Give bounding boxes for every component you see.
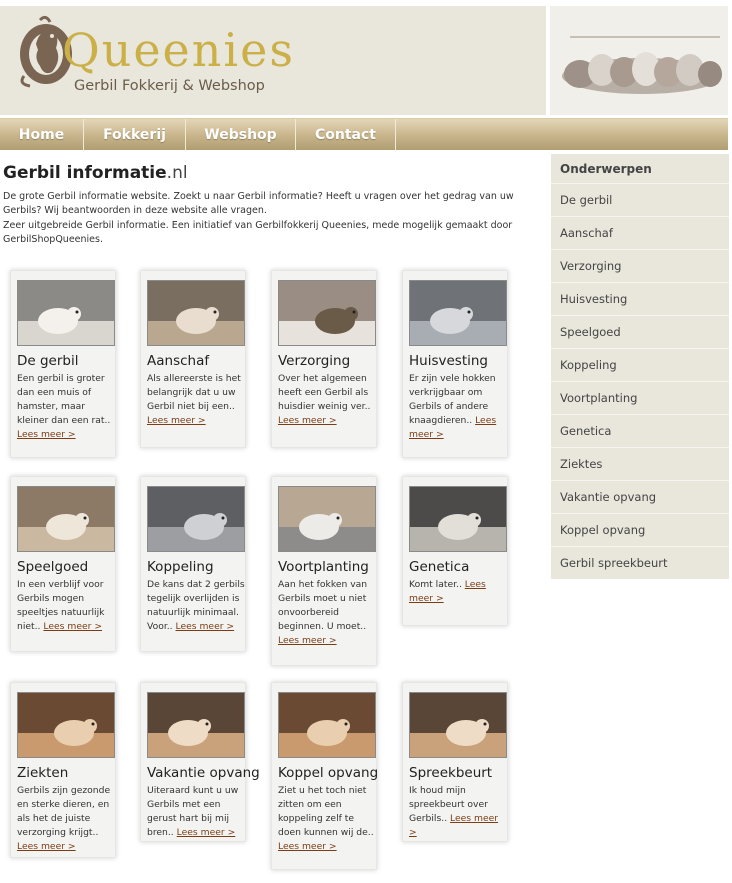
topic-thumbnail[interactable] (409, 280, 507, 346)
sidebar-item[interactable]: Voortplanting (551, 381, 729, 414)
sidebar-item[interactable]: Huisvesting (551, 282, 729, 315)
read-more-link[interactable]: Lees meer > (278, 635, 337, 646)
intro-text: De grote Gerbil informatie website. Zoek… (3, 190, 523, 247)
topic-summary: Ziet u het toch niet zitten om een koppe… (278, 785, 374, 852)
topic-title[interactable]: Genetica (409, 559, 469, 575)
topic-card[interactable]: Vakantie opvang Uiteraard kunt u uw Gerbi… (140, 682, 260, 842)
main-navigation: Home Fokkerij Webshop Contact (0, 118, 728, 151)
site-header: Queenies Gerbil Fokkerij & Webshop (0, 6, 546, 115)
topic-title[interactable]: De gerbil (17, 353, 79, 369)
topic-title[interactable]: Koppeling (147, 559, 214, 575)
topic-thumbnail[interactable] (17, 692, 115, 758)
topic-summary: Komt later.. Lees meer > (409, 579, 486, 604)
topic-summary: In een verblijf voor Gerbils mogen speel… (17, 579, 105, 632)
sidebar-heading: Onderwerpen (560, 162, 652, 176)
topic-thumbnail[interactable] (17, 280, 115, 346)
sidebar-item[interactable]: Genetica (551, 414, 729, 447)
topic-card[interactable]: De gerbil Een gerbil is groter dan een mu… (10, 270, 116, 458)
topic-card[interactable]: Aanschaf Als allereerste is het belangrij… (140, 270, 246, 448)
topic-summary: Ik houd mijn spreekbeurt over Gerbils.. … (409, 785, 499, 838)
sidebar-item[interactable]: Koppel opvang (551, 513, 729, 546)
topic-title[interactable]: Voortplanting (278, 559, 369, 575)
topic-thumbnail[interactable] (147, 692, 245, 758)
topic-title[interactable]: Spreekbeurt (409, 765, 492, 781)
topic-card[interactable]: Voortplanting Aan het fokken van Gerbils … (271, 476, 377, 666)
read-more-link[interactable]: Lees meer > (17, 429, 76, 440)
read-more-link[interactable]: Lees meer > (17, 841, 76, 852)
topic-summary: De kans dat 2 gerbils tegelijk overlijde… (147, 579, 245, 632)
intro-paragraph-1: De grote Gerbil informatie website. Zoek… (3, 191, 514, 217)
topic-title[interactable]: Vakantie opvang (147, 765, 260, 781)
topic-summary: Een gerbil is groter dan een muis of ham… (17, 373, 111, 440)
topic-card[interactable]: Spreekbeurt Ik houd mijn spreekbeurt over… (402, 682, 508, 842)
topic-thumbnail[interactable] (278, 280, 376, 346)
topic-summary: Uiteraard kunt u uw Gerbils met een geru… (147, 785, 239, 838)
sidebar-item[interactable]: De gerbil (551, 183, 729, 216)
read-more-link[interactable]: Lees meer > (278, 415, 337, 426)
topic-summary: Aan het fokken van Gerbils moet u niet o… (278, 579, 368, 646)
topic-title[interactable]: Ziekten (17, 765, 68, 781)
topic-thumbnail[interactable] (278, 692, 376, 758)
read-more-link[interactable]: Lees meer > (43, 621, 102, 632)
nav-webshop[interactable]: Webshop (186, 119, 296, 151)
topic-title[interactable]: Koppel opvang (278, 765, 378, 781)
nav-home[interactable]: Home (0, 119, 84, 151)
read-more-link[interactable]: Lees meer > (176, 621, 235, 632)
nav-contact-label: Contact (315, 127, 376, 143)
sidebar-item[interactable]: Vakantie opvang (551, 480, 729, 513)
topic-thumbnail[interactable] (17, 486, 115, 552)
topic-title[interactable]: Huisvesting (409, 353, 488, 369)
topic-card[interactable]: Genetica Komt later.. Lees meer > (402, 476, 508, 626)
topic-card[interactable]: Ziekten Gerbils zijn gezonde en sterke di… (10, 682, 116, 858)
topic-summary: Als allereerste is het belangrijk dat u … (147, 373, 241, 426)
page-title-main: Gerbil informatie (3, 163, 167, 183)
gerbils-row-image (550, 6, 728, 115)
topic-card[interactable]: Koppel opvang Ziet u het toch niet zitten… (271, 682, 378, 870)
topic-summary: Gerbils zijn gezonde en sterke dieren, e… (17, 785, 111, 852)
sidebar-item[interactable]: Verzorging (551, 249, 729, 282)
topic-thumbnail[interactable] (147, 486, 245, 552)
topic-title[interactable]: Verzorging (278, 353, 350, 369)
intro-paragraph-2: Zeer uitgebreide Gerbil informatie. Een … (3, 219, 513, 245)
topic-summary: Er zijn vele hokken verkrijgbaar om Gerb… (409, 373, 497, 440)
sidebar-item[interactable]: Aanschaf (551, 216, 729, 249)
logo-tagline: Gerbil Fokkerij & Webshop (74, 78, 265, 94)
sidebar-item[interactable]: Gerbil spreekbeurt (551, 546, 729, 579)
sidebar-item[interactable]: Ziektes (551, 447, 729, 480)
nav-fokkerij[interactable]: Fokkerij (84, 119, 186, 151)
topic-thumbnail[interactable] (409, 692, 507, 758)
nav-home-label: Home (18, 127, 65, 143)
topic-card[interactable]: Koppeling De kans dat 2 gerbils tegelijk … (140, 476, 246, 652)
topic-summary: Over het algemeen heeft een Gerbil als h… (278, 373, 371, 426)
topic-thumbnail[interactable] (147, 280, 245, 346)
page-title-suffix: .nl (166, 163, 188, 183)
sidebar-item[interactable]: Koppeling (551, 348, 729, 381)
topics-sidebar: Onderwerpen De gerbil Aanschaf Verzorging H… (551, 154, 729, 579)
header-gerbils-photo (550, 6, 728, 115)
topic-title[interactable]: Aanschaf (147, 353, 209, 369)
read-more-link[interactable]: Lees meer > (278, 841, 337, 852)
topic-title[interactable]: Speelgoed (17, 559, 88, 575)
sidebar-item[interactable]: Speelgoed (551, 315, 729, 348)
nav-webshop-label: Webshop (204, 127, 277, 143)
topic-thumbnail[interactable] (409, 486, 507, 552)
page-title: Gerbil informatie.nl (3, 163, 188, 183)
topic-card[interactable]: Huisvesting Er zijn vele hokken verkrijgb… (402, 270, 508, 458)
logo-wordmark: Queenies (62, 23, 295, 77)
topic-thumbnail[interactable] (278, 486, 376, 552)
topic-card[interactable]: Verzorging Over het algemeen heeft een Ge… (271, 270, 377, 448)
topic-card[interactable]: Speelgoed In een verblijf voor Gerbils mo… (10, 476, 116, 652)
read-more-link[interactable]: Lees meer > (147, 415, 206, 426)
nav-contact[interactable]: Contact (296, 119, 396, 151)
read-more-link[interactable]: Lees meer > (177, 827, 236, 838)
nav-fokkerij-label: Fokkerij (103, 127, 166, 143)
